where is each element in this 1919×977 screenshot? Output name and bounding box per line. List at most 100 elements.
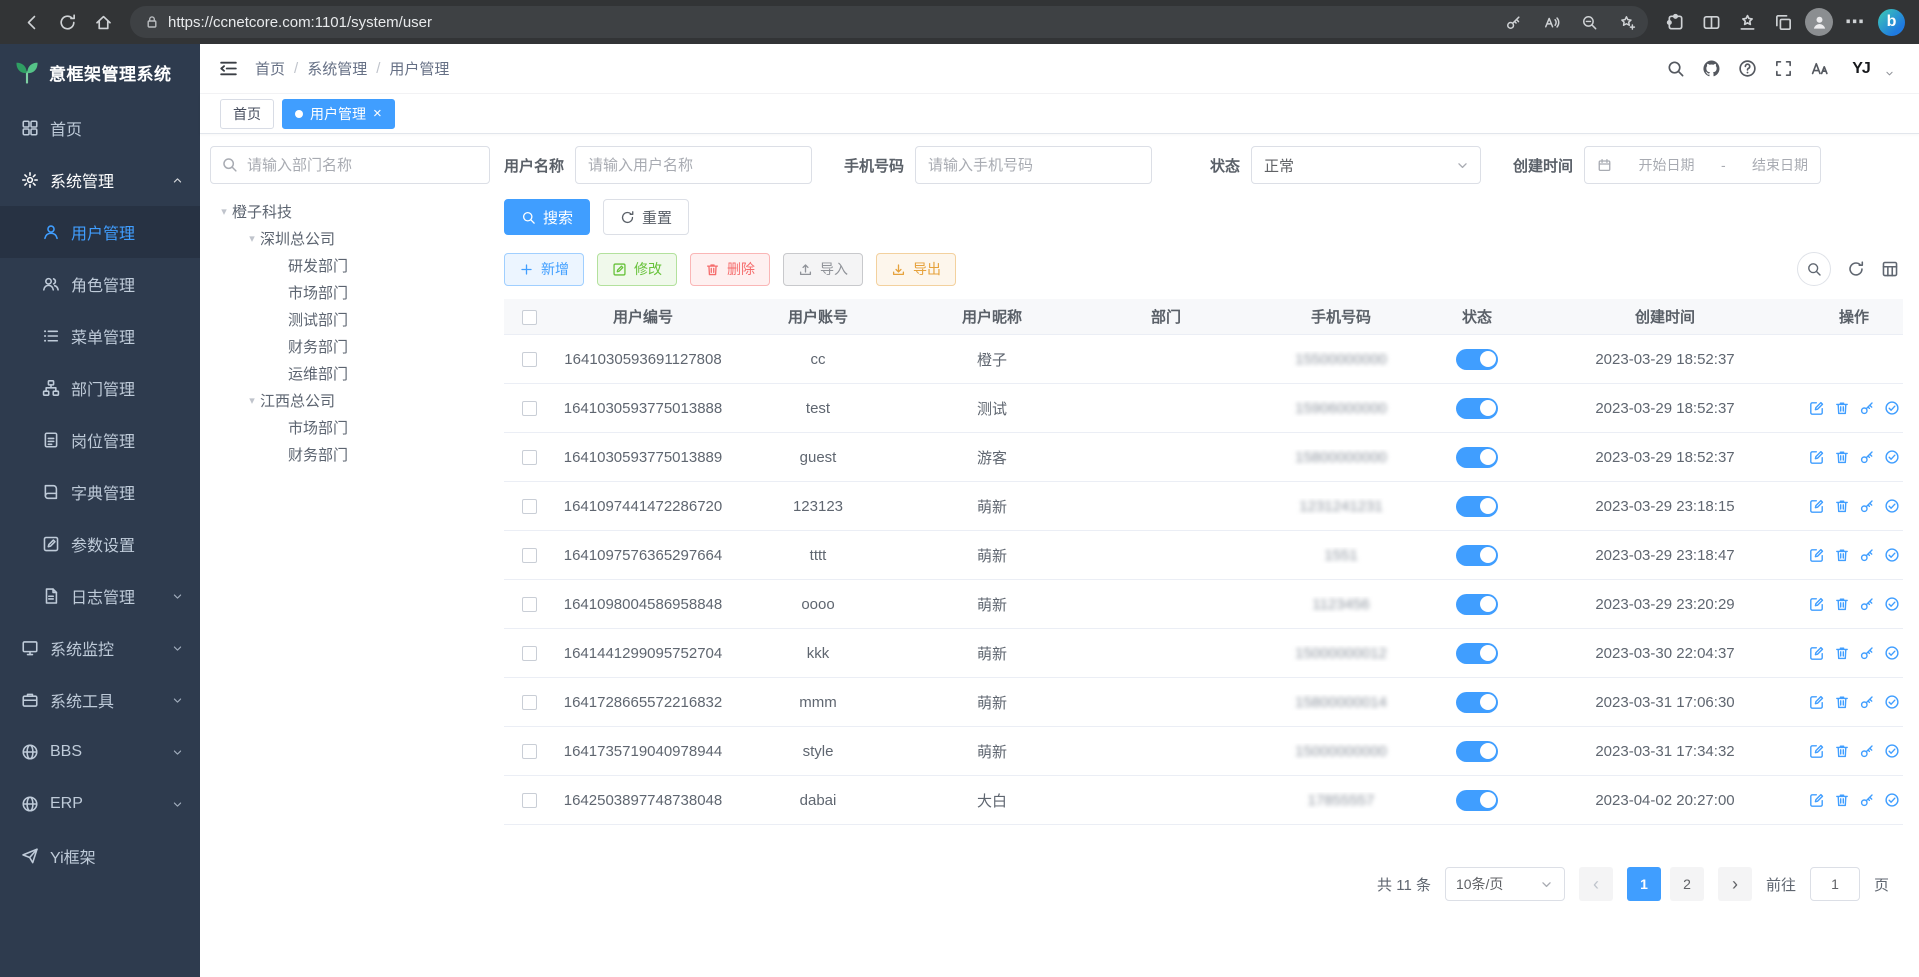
browser-refresh-icon[interactable] xyxy=(50,5,84,39)
tree-node[interactable]: 市场部门 xyxy=(210,279,490,306)
breadcrumb-item[interactable]: 系统管理 xyxy=(307,58,367,79)
assign-role-icon[interactable] xyxy=(1884,547,1900,563)
reset-button[interactable]: 重置 xyxy=(603,199,689,235)
row-checkbox[interactable] xyxy=(522,548,537,563)
edit-icon[interactable] xyxy=(1809,449,1825,465)
favorites-icon[interactable] xyxy=(1730,5,1764,39)
delete-icon[interactable] xyxy=(1834,792,1850,808)
font-size-icon[interactable] xyxy=(1810,59,1829,78)
assign-role-icon[interactable] xyxy=(1884,694,1900,710)
delete-icon[interactable] xyxy=(1834,596,1850,612)
status-toggle[interactable] xyxy=(1456,545,1498,566)
reset-password-icon[interactable] xyxy=(1859,596,1875,612)
sidebar-item-system-tools[interactable]: 系统工具 xyxy=(0,674,200,726)
reset-password-icon[interactable] xyxy=(1859,400,1875,416)
browser-profile-avatar[interactable] xyxy=(1805,8,1833,36)
edit-icon[interactable] xyxy=(1809,596,1825,612)
reset-password-icon[interactable] xyxy=(1859,547,1875,563)
status-toggle[interactable] xyxy=(1456,790,1498,811)
delete-icon[interactable] xyxy=(1834,645,1850,661)
next-page-button[interactable]: › xyxy=(1718,867,1752,901)
row-checkbox[interactable] xyxy=(522,646,537,661)
edit-icon[interactable] xyxy=(1809,743,1825,759)
reset-password-icon[interactable] xyxy=(1859,694,1875,710)
status-toggle[interactable] xyxy=(1456,692,1498,713)
sidebar-item-bbs[interactable]: BBS xyxy=(0,726,200,778)
sidebar-item-user-management[interactable]: 用户管理 xyxy=(0,206,200,258)
tab-user-management[interactable]: 用户管理× xyxy=(282,99,395,129)
edit-button[interactable]: 修改 xyxy=(597,253,677,286)
assign-role-icon[interactable] xyxy=(1884,792,1900,808)
sidebar-item-menu-management[interactable]: 菜单管理 xyxy=(0,310,200,362)
delete-icon[interactable] xyxy=(1834,547,1850,563)
sidebar-item-dictionary-management[interactable]: 字典管理 xyxy=(0,466,200,518)
row-checkbox[interactable] xyxy=(522,499,537,514)
assign-role-icon[interactable] xyxy=(1884,743,1900,759)
status-toggle[interactable] xyxy=(1456,741,1498,762)
browser-settings-menu[interactable]: ⋯ xyxy=(1838,5,1872,39)
edit-icon[interactable] xyxy=(1809,645,1825,661)
edit-icon[interactable] xyxy=(1809,694,1825,710)
user-avatar[interactable]: YJ xyxy=(1846,53,1876,85)
read-aloud-icon[interactable] xyxy=(1536,7,1566,37)
github-icon[interactable] xyxy=(1702,59,1721,78)
sidebar-item-system-monitor[interactable]: 系统监控 xyxy=(0,622,200,674)
tree-node[interactable]: 运维部门 xyxy=(210,360,490,387)
delete-icon[interactable] xyxy=(1834,498,1850,514)
sidebar-item-post-management[interactable]: 岗位管理 xyxy=(0,414,200,466)
row-checkbox[interactable] xyxy=(522,401,537,416)
delete-icon[interactable] xyxy=(1834,449,1850,465)
assign-role-icon[interactable] xyxy=(1884,449,1900,465)
sidebar-item-department-management[interactable]: 部门管理 xyxy=(0,362,200,414)
status-toggle[interactable] xyxy=(1456,594,1498,615)
sidebar-item-erp[interactable]: ERP xyxy=(0,778,200,830)
sidebar-item-home[interactable]: 首页 xyxy=(0,102,200,154)
department-search-input[interactable] xyxy=(210,146,490,184)
reset-password-icon[interactable] xyxy=(1859,645,1875,661)
fullscreen-icon[interactable] xyxy=(1774,59,1793,78)
tree-node[interactable]: 测试部门 xyxy=(210,306,490,333)
status-toggle[interactable] xyxy=(1456,447,1498,468)
tab-home[interactable]: 首页 xyxy=(220,99,274,129)
user-menu-caret-icon[interactable] xyxy=(1884,68,1895,79)
status-select[interactable]: 正常 xyxy=(1251,146,1481,184)
column-settings-button[interactable] xyxy=(1881,260,1899,278)
search-button[interactable]: 搜索 xyxy=(504,199,590,235)
sidebar-item-yi-framework[interactable]: Yi框架 xyxy=(0,830,200,882)
assign-role-icon[interactable] xyxy=(1884,498,1900,514)
tree-expand-caret-icon[interactable]: ▾ xyxy=(244,232,260,245)
tree-node[interactable]: ▾橙子科技 xyxy=(210,198,490,225)
tree-node[interactable]: 财务部门 xyxy=(210,333,490,360)
collapse-sidebar-button[interactable] xyxy=(218,58,239,79)
export-button[interactable]: 导出 xyxy=(876,253,956,286)
password-manager-icon[interactable] xyxy=(1498,7,1528,37)
close-tab-icon[interactable]: × xyxy=(373,106,382,121)
browser-home-icon[interactable] xyxy=(86,5,120,39)
split-screen-icon[interactable] xyxy=(1694,5,1728,39)
delete-icon[interactable] xyxy=(1834,400,1850,416)
sidebar-item-role-management[interactable]: 角色管理 xyxy=(0,258,200,310)
collections-icon[interactable] xyxy=(1766,5,1800,39)
delete-icon[interactable] xyxy=(1834,694,1850,710)
bing-copilot-icon[interactable]: b xyxy=(1878,9,1905,36)
page-button-2[interactable]: 2 xyxy=(1670,867,1704,901)
row-checkbox[interactable] xyxy=(522,793,537,808)
extensions-icon[interactable] xyxy=(1658,5,1692,39)
toggle-search-button[interactable] xyxy=(1797,252,1831,286)
tree-node[interactable]: 财务部门 xyxy=(210,441,490,468)
row-checkbox[interactable] xyxy=(522,695,537,710)
assign-role-icon[interactable] xyxy=(1884,596,1900,612)
page-button-1[interactable]: 1 xyxy=(1627,867,1661,901)
url-bar[interactable]: https://ccnetcore.com:1101/system/user xyxy=(130,6,1648,38)
add-button[interactable]: 新增 xyxy=(504,253,584,286)
tree-node[interactable]: ▾江西总公司 xyxy=(210,387,490,414)
refresh-table-button[interactable] xyxy=(1847,260,1865,278)
tree-expand-caret-icon[interactable]: ▾ xyxy=(216,205,232,218)
tree-expand-caret-icon[interactable]: ▾ xyxy=(244,394,260,407)
goto-page-input[interactable] xyxy=(1810,867,1860,901)
edit-icon[interactable] xyxy=(1809,792,1825,808)
status-toggle[interactable] xyxy=(1456,643,1498,664)
sidebar-item-log-management[interactable]: 日志管理 xyxy=(0,570,200,622)
import-button[interactable]: 导入 xyxy=(783,253,863,286)
select-all-checkbox[interactable] xyxy=(522,310,537,325)
